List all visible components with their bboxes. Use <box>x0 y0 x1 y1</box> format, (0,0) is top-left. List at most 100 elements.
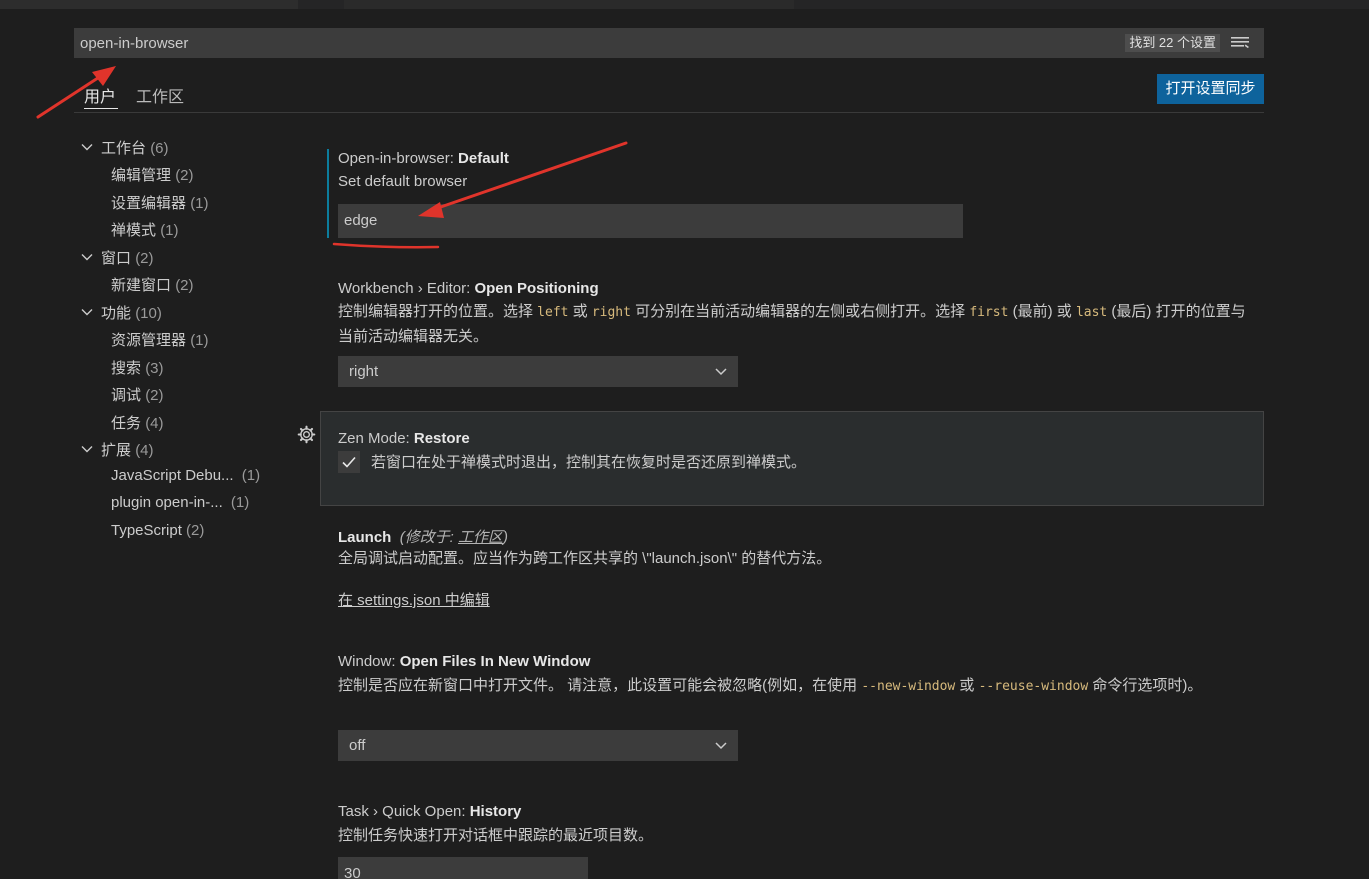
setting-description: 全局调试启动配置。应当作为跨工作区共享的 \"launch.json\" 的替代… <box>338 550 832 567</box>
desc-text: 可分别在当前活动编辑器的左侧或右侧打开。选择 <box>630 303 970 320</box>
setting-description: 控制是否应在新窗口中打开文件。 请注意，此设置可能会被忽略(例如，在使用 --n… <box>338 674 1253 699</box>
toc-item-window[interactable]: 窗口 (2) <box>101 247 154 268</box>
setting-title: Zen Mode: Restore <box>338 430 470 447</box>
open-positioning-select[interactable]: right <box>338 356 738 387</box>
editor-tab[interactable] <box>344 0 794 9</box>
setting-name: Open Positioning <box>474 280 599 297</box>
toc-item-explorer[interactable]: 资源管理器 (1) <box>111 329 209 350</box>
toc-label: JavaScript Debu... <box>111 467 234 484</box>
toc-label: 窗口 <box>101 250 132 267</box>
zen-restore-checkbox[interactable] <box>338 451 360 473</box>
turn-on-settings-sync-button[interactable]: 打开设置同步 <box>1157 74 1264 104</box>
toc-item-debug[interactable]: 调试 (2) <box>111 384 164 405</box>
setting-name: History <box>469 803 522 820</box>
desc-text: 控制是否应在新窗口中打开文件。 请注意，此设置可能会被忽略(例如，在使用 <box>338 677 862 694</box>
chevron-down-icon <box>715 742 727 750</box>
toc-count: (2) <box>135 250 154 267</box>
check-icon <box>342 456 356 468</box>
toc-count: (1) <box>230 494 250 511</box>
toc-item-features[interactable]: 功能 (10) <box>101 302 162 323</box>
toc-label: 调试 <box>111 387 142 404</box>
toc-item-extensions[interactable]: 扩展 (4) <box>101 439 154 460</box>
setting-category: Task › Quick Open: <box>338 803 470 820</box>
toc-count: (2) <box>175 167 194 184</box>
setting-category: Open-in-browser: <box>338 150 459 167</box>
desc-text: (最前) 或 <box>1008 303 1076 320</box>
modified-prefix: (修改于: <box>399 529 459 546</box>
toc-item-editor-management[interactable]: 编辑管理 (2) <box>111 164 194 185</box>
chevron-down-icon[interactable] <box>81 443 93 455</box>
divider <box>74 112 1264 113</box>
quick-open-history-input[interactable]: 30 <box>338 857 588 879</box>
active-tab-indicator <box>84 108 118 109</box>
toc-count: (2) <box>186 522 205 539</box>
setting-name: Default <box>458 150 509 167</box>
code-snippet: right <box>591 305 631 320</box>
toc-label: 新建窗口 <box>111 277 172 294</box>
setting-title: Task › Quick Open: History <box>338 803 521 820</box>
toc-count: (6) <box>150 140 169 157</box>
gear-icon[interactable] <box>297 425 316 444</box>
toc-label: 扩展 <box>101 442 132 459</box>
toc-count: (1) <box>241 467 261 484</box>
setting-name: Open Files In New Window <box>399 653 591 670</box>
toc-item-typescript[interactable]: TypeScript (2) <box>111 522 204 539</box>
search-input[interactable] <box>74 28 1104 58</box>
toc-count: (10) <box>135 305 162 322</box>
setting-description: Set default browser <box>338 173 468 190</box>
toc-item-settings-editor[interactable]: 设置编辑器 (1) <box>111 192 209 213</box>
select-value: off <box>349 737 366 754</box>
toc-label: 工作台 <box>101 140 147 157</box>
toc-label: 禅模式 <box>111 222 157 239</box>
code-snippet: first <box>969 305 1009 320</box>
chevron-down-icon[interactable] <box>81 306 93 318</box>
toc-label: 搜索 <box>111 360 142 377</box>
toc-item-search[interactable]: 搜索 (3) <box>111 357 164 378</box>
filter-lines-icon[interactable] <box>1230 35 1250 51</box>
modified-in-workspace-link[interactable]: 工作区 <box>458 529 503 546</box>
toc-count: (4) <box>135 442 154 459</box>
toc-label: 任务 <box>111 415 142 432</box>
setting-description: 控制任务快速打开对话框中跟踪的最近项目数。 <box>338 827 654 844</box>
modified-in-note: (修改于: 工作区) <box>400 529 508 546</box>
toc-item-zen-mode[interactable]: 禅模式 (1) <box>111 219 179 240</box>
setting-title: Open-in-browser: Default <box>338 150 509 167</box>
setting-title: Workbench › Editor: Open Positioning <box>338 280 599 297</box>
modified-indicator <box>327 149 329 238</box>
setting-category: Zen Mode: <box>338 430 414 447</box>
toc-item-plugin-open-in-browser[interactable]: plugin open-in-... (1) <box>111 494 249 511</box>
setting-name: Restore <box>413 430 470 447</box>
toc-label: 设置编辑器 <box>111 195 187 212</box>
toc-item-javascript-debugger[interactable]: JavaScript Debu... (1) <box>111 467 260 484</box>
toc-count: (2) <box>145 387 164 404</box>
desc-text: 命令行选项时)。 <box>1088 677 1203 694</box>
setting-category: Workbench › Editor: <box>338 280 475 297</box>
chevron-down-icon[interactable] <box>81 251 93 263</box>
annotation-underline <box>332 242 440 249</box>
toc-label: TypeScript <box>111 522 182 539</box>
toc-label: 功能 <box>101 305 132 322</box>
settings-search-box: 找到 22 个设置 <box>74 28 1264 58</box>
toc-item-tasks[interactable]: 任务 (4) <box>111 412 164 433</box>
toc-count: (1) <box>190 332 209 349</box>
editor-tab[interactable] <box>0 0 298 9</box>
desc-text: 控制编辑器打开的位置。选择 <box>338 303 538 320</box>
default-browser-input[interactable]: edge <box>338 204 963 238</box>
open-files-new-window-select[interactable]: off <box>338 730 738 761</box>
editor-tab-strip <box>0 0 1369 9</box>
toc-label: plugin open-in-... <box>111 494 223 511</box>
code-snippet: --reuse-window <box>978 679 1089 694</box>
tab-workspace[interactable]: 工作区 <box>136 83 184 107</box>
setting-description: 控制编辑器打开的位置。选择 left 或 right 可分别在当前活动编辑器的左… <box>338 300 1253 349</box>
toc-label: 编辑管理 <box>111 167 172 184</box>
tab-user[interactable]: 用户 <box>84 83 116 107</box>
toc-count: (1) <box>190 195 209 212</box>
toc-item-new-window[interactable]: 新建窗口 (2) <box>111 274 194 295</box>
code-snippet: last <box>1075 305 1108 320</box>
code-snippet: --new-window <box>861 679 956 694</box>
toc-item-workbench[interactable]: 工作台 (6) <box>101 137 169 158</box>
chevron-down-icon[interactable] <box>81 141 93 153</box>
toc-count: (4) <box>145 415 164 432</box>
edit-in-settings-json-link[interactable]: 在 settings.json 中编辑 <box>338 589 490 610</box>
setting-title: Launch (修改于: 工作区) <box>338 526 508 547</box>
